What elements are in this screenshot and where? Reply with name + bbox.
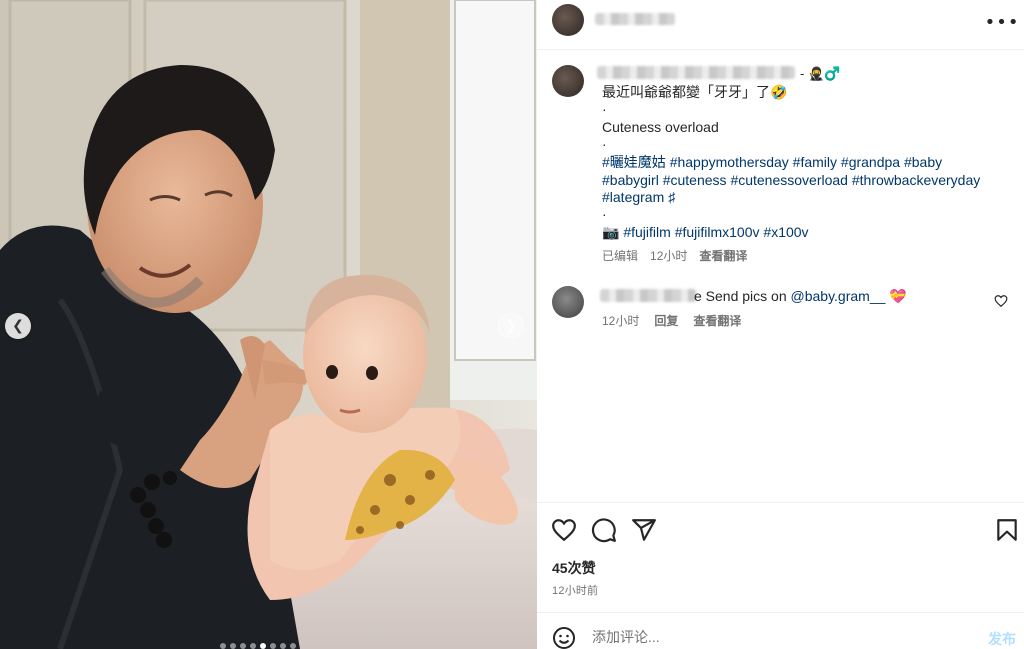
caption-author-badges: - 🥷♂️ bbox=[800, 66, 840, 82]
caption-dot: · bbox=[602, 100, 607, 117]
hashtag-link[interactable]: #cutenessoverload bbox=[730, 172, 848, 188]
caption-avatar[interactable] bbox=[552, 65, 584, 97]
emoji-picker-icon[interactable] bbox=[552, 626, 576, 649]
hash-symbol: ♯ bbox=[668, 189, 676, 205]
carousel-dot bbox=[270, 643, 276, 649]
hashtag-link[interactable]: #grandpa bbox=[841, 154, 900, 170]
carousel-next-button[interactable]: ❯ bbox=[498, 313, 524, 339]
edited-label: 已编辑 bbox=[602, 248, 639, 263]
hashtag-link[interactable]: #babygirl bbox=[602, 172, 659, 188]
hashtag-link[interactable]: #cuteness bbox=[663, 172, 727, 188]
hashtag-link[interactable]: #x100v bbox=[763, 224, 808, 240]
comment-input[interactable] bbox=[592, 629, 952, 645]
carousel-dot bbox=[290, 643, 296, 649]
post-actions: 45次赞 12小时前 bbox=[537, 502, 1024, 612]
caption-dot: · bbox=[602, 135, 607, 152]
post-comment-button[interactable]: 发布 bbox=[988, 629, 1016, 649]
caption-line-2: Cuteness overload bbox=[602, 119, 719, 135]
hashtag-link[interactable]: #family bbox=[793, 154, 837, 170]
post-panel: ••• - 🥷♂️ 最近叫爺爺都變「牙牙」了🤣 · Cuteness overl… bbox=[537, 0, 1024, 649]
comment-icon[interactable] bbox=[591, 517, 617, 543]
post-photo: ❮ ❯ bbox=[0, 0, 537, 649]
comment-text: e Send pics on bbox=[694, 288, 791, 304]
save-bookmark-icon[interactable] bbox=[994, 517, 1020, 543]
hashtags-row-2: #babygirl #cuteness #cutenessoverload #t… bbox=[602, 172, 1002, 190]
comment-translate-link[interactable]: 查看翻译 bbox=[693, 312, 741, 329]
carousel-dot bbox=[230, 643, 236, 649]
comment-composer: 发布 bbox=[537, 612, 1024, 649]
mention-link[interactable]: @baby.gram__ bbox=[791, 288, 886, 304]
commenter-username-blurred[interactable] bbox=[600, 289, 696, 302]
carousel-dot-active bbox=[260, 643, 266, 649]
carousel-dot bbox=[240, 643, 246, 649]
comment-like-icon[interactable] bbox=[994, 294, 1008, 308]
caption-dot: · bbox=[602, 205, 607, 222]
carousel-dot bbox=[220, 643, 226, 649]
hashtag-link[interactable]: #fujifilm bbox=[623, 224, 670, 240]
post-header: ••• bbox=[537, 0, 1024, 50]
camera-emoji: 📷 bbox=[602, 224, 620, 240]
caption-meta: 已编辑 12小时 查看翻译 bbox=[602, 248, 1002, 266]
carousel-prev-button[interactable]: ❮ bbox=[5, 313, 31, 339]
camera-tags-row: 📷 #fujifilm #fujifilmx100v #x100v bbox=[602, 224, 1002, 242]
hashtag-link[interactable]: #lategram bbox=[602, 189, 664, 205]
more-options-icon[interactable]: ••• bbox=[985, 10, 1019, 34]
share-icon[interactable] bbox=[631, 517, 657, 543]
post-timestamp: 12小时前 bbox=[552, 585, 599, 597]
comment-emoji: 💝 bbox=[889, 288, 907, 304]
photo-illustration bbox=[0, 0, 537, 649]
hashtags-row-3: #lategram ♯ bbox=[602, 189, 1002, 207]
author-suffix: - bbox=[800, 66, 805, 81]
hashtag-link[interactable]: #fujifilmx100v bbox=[675, 224, 760, 240]
hashtag-link[interactable]: #throwbackeveryday bbox=[852, 172, 980, 188]
see-translation-link[interactable]: 查看翻译 bbox=[699, 248, 747, 266]
like-icon[interactable] bbox=[551, 517, 577, 543]
carousel-dots bbox=[220, 643, 296, 649]
hashtag-link[interactable]: #baby bbox=[904, 154, 942, 170]
caption-username-blurred[interactable] bbox=[597, 66, 795, 79]
comment-meta: 12小时 回复 查看翻译 bbox=[602, 312, 741, 329]
hashtag-link[interactable]: #happymothersday bbox=[670, 154, 789, 170]
comment-body: e Send pics on @baby.gram__ 💝 bbox=[694, 288, 907, 305]
carousel-dot bbox=[250, 643, 256, 649]
caption-line-1: 最近叫爺爺都變「牙牙」了🤣 bbox=[602, 84, 788, 100]
author-avatar[interactable] bbox=[552, 4, 584, 36]
commenter-avatar[interactable] bbox=[552, 286, 584, 318]
reply-button[interactable]: 回复 bbox=[654, 312, 678, 329]
post-caption: 最近叫爺爺都變「牙牙」了🤣 · Cuteness overload · #曬娃魔… bbox=[602, 84, 1002, 265]
caption-time[interactable]: 12小时 bbox=[650, 248, 687, 266]
carousel-dot bbox=[280, 643, 286, 649]
likes-count[interactable]: 45次赞 bbox=[552, 558, 596, 578]
author-username-blurred[interactable] bbox=[595, 13, 675, 25]
comment-time[interactable]: 12小时 bbox=[602, 312, 639, 329]
hashtags-row-1: #曬娃魔姑 #happymothersday #family #grandpa … bbox=[602, 154, 1002, 172]
hashtag-link[interactable]: #曬娃魔姑 bbox=[602, 154, 666, 170]
badge-emojis: 🥷♂️ bbox=[807, 66, 841, 81]
